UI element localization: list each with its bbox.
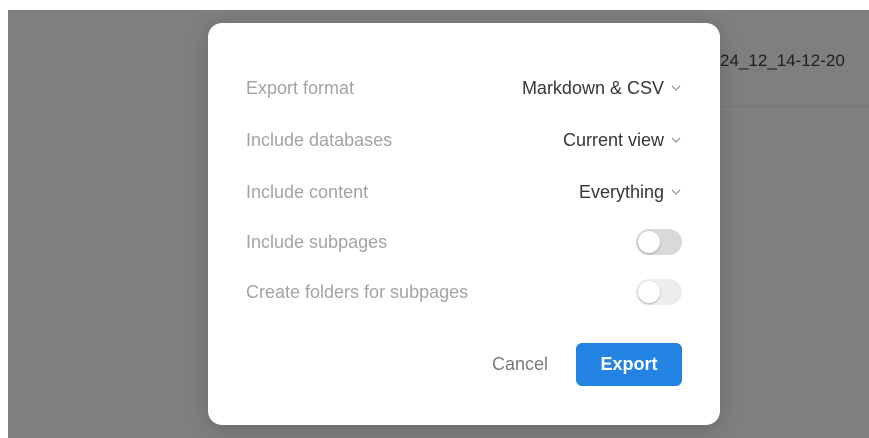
background-page-title: 24_12_14-12-20 xyxy=(720,51,845,70)
include-content-select[interactable]: Everything xyxy=(579,182,682,203)
background-divider xyxy=(720,106,869,107)
export-button[interactable]: Export xyxy=(576,343,682,386)
toggle-knob xyxy=(638,231,660,253)
include-databases-row: Include databases Current view xyxy=(246,125,682,155)
include-content-row: Include content Everything xyxy=(246,177,682,207)
chevron-down-icon xyxy=(670,82,682,94)
create-folders-label: Create folders for subpages xyxy=(246,281,469,302)
chevron-down-icon xyxy=(670,186,682,198)
export-format-select[interactable]: Markdown & CSV xyxy=(522,78,682,99)
include-databases-value: Current view xyxy=(562,129,664,150)
include-databases-select[interactable]: Current view xyxy=(563,130,682,151)
export-format-value: Markdown & CSV xyxy=(521,77,664,98)
include-content-label: Include content xyxy=(246,181,369,202)
include-subpages-label: Include subpages xyxy=(246,231,388,252)
cancel-button[interactable]: Cancel xyxy=(488,346,552,383)
export-dialog: Export format Markdown & CSV Include dat… xyxy=(208,23,720,425)
include-subpages-toggle[interactable] xyxy=(636,229,682,255)
export-format-row: Export format Markdown & CSV xyxy=(246,73,682,103)
toggle-knob xyxy=(638,281,660,303)
include-subpages-row: Include subpages xyxy=(246,227,682,257)
include-databases-label: Include databases xyxy=(246,129,393,150)
include-content-value: Everything xyxy=(578,181,664,202)
chevron-down-icon xyxy=(670,134,682,146)
create-folders-toggle[interactable] xyxy=(636,279,682,305)
create-folders-row: Create folders for subpages xyxy=(246,277,682,307)
dialog-actions: Cancel Export xyxy=(488,343,682,386)
export-format-label: Export format xyxy=(246,77,355,98)
